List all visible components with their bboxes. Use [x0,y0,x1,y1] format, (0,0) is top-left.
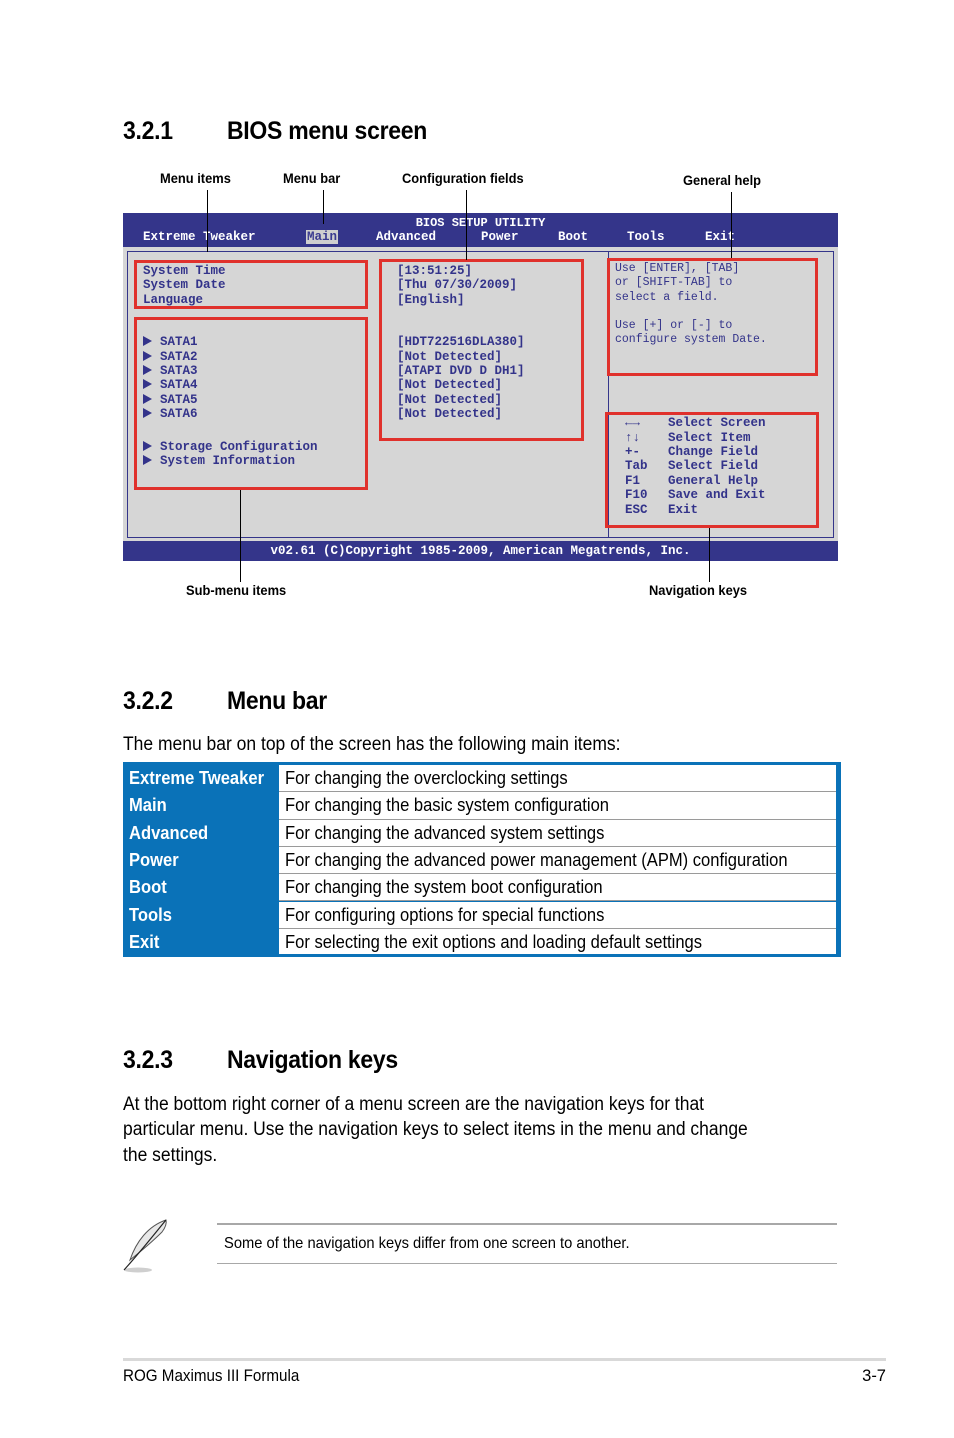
bios-menu-main[interactable]: Main [306,230,339,244]
table-item: Extreme Tweaker [129,768,265,788]
table-row: Extreme Tweaker For changing the overcloc… [126,765,838,793]
footer-product-name: ROG Maximus III Formula [123,1367,300,1385]
bios-menu-advanced[interactable]: Advanced [376,230,436,244]
table-description: For changing the advanced power manageme… [285,849,788,870]
table-description-cell: For changing the overclocking settings [279,765,836,793]
menu-bar-table: Extreme Tweaker For changing the overcloc… [123,762,841,957]
section-number: 3.2.1 [123,117,173,145]
leader-line-configuration-fields [466,190,467,260]
bios-menu-boot[interactable]: Boot [558,230,588,244]
table-row: Tools For configuring options for special… [126,901,838,929]
section-heading-menu-bar: 3.2.2 Menu bar [123,687,327,716]
bios-menu-power[interactable]: Power [481,230,519,244]
leader-line-general-help [731,192,732,258]
bios-screenshot: BIOS SETUP UTILITY Extreme Tweaker Main … [123,213,838,561]
table-description-cell: For changing the advanced system setting… [279,819,836,847]
callout-menu-items: Menu items [160,170,231,186]
navigation-paragraph-line: At the bottom right corner of a menu scr… [123,1094,705,1115]
table-item: Main [129,795,167,816]
table-row: Power For changing the advanced power man… [126,846,838,875]
note-top-rule [217,1223,837,1225]
callout-menu-bar: Menu bar [283,170,341,186]
table-description-cell: For changing the basic system configurat… [279,792,836,820]
section-number: 3.2.2 [123,687,173,715]
callout-sub-menu-items: Sub-menu items [186,582,287,598]
navigation-paragraph-line: the settings. [123,1145,218,1166]
table-description-cell: For selecting the exit options and loadi… [279,928,836,954]
highlight-general-help [607,258,818,376]
leader-line-navigation-keys [709,528,710,582]
note-text: Some of the navigation keys differ from … [224,1235,630,1252]
navigation-paragraph-line: particular menu. Use the navigation keys… [123,1119,748,1140]
bios-menu-tools[interactable]: Tools [627,230,665,244]
footer-page-number: 3-7 [862,1367,886,1385]
leader-line-menu-bar [323,190,324,224]
section-heading-bios-menu-screen: 3.2.1 BIOS menu screen [123,117,427,146]
callout-general-help: General help [683,172,762,188]
section-title: Navigation keys [226,1046,398,1074]
highlight-sub-menu-items [134,317,368,490]
section-title: BIOS menu screen [226,117,428,145]
bios-copyright-footer: v02.61 (C)Copyright 1985-2009, American … [123,541,838,561]
table-row: Boot For changing the system boot configu… [126,874,838,902]
table-row: Advanced For changing the advanced system… [126,819,838,847]
table-description-cell: For changing the system boot configurati… [279,874,836,902]
table-item: Power [129,849,179,870]
table-description-cell: For changing the advanced power manageme… [279,846,836,875]
table-description: For changing the overclocking settings [285,768,568,788]
table-item: Tools [129,904,172,925]
leader-line-sub-menu-items [240,490,241,582]
table-description: For selecting the exit options and loadi… [285,931,703,952]
footer-rule [123,1358,886,1361]
table-description: For configuring options for special func… [285,904,605,925]
callout-configuration-fields: Configuration fields [402,170,524,186]
table-description: For changing the basic system configurat… [285,795,610,816]
highlight-configuration-fields [379,259,584,441]
note-bottom-rule [217,1263,837,1264]
section-heading-navigation-keys: 3.2.3 Navigation keys [123,1046,398,1075]
table-row: Exit For selecting the exit options and l… [126,928,838,954]
section-number: 3.2.3 [123,1046,173,1074]
table-description: For changing the advanced system setting… [285,822,605,843]
section-title: Menu bar [226,687,327,715]
table-description: For changing the system boot configurati… [285,877,603,898]
highlight-navigation-keys [605,412,819,528]
leader-line-menu-items [207,190,208,252]
bios-menu-extreme-tweaker[interactable]: Extreme Tweaker [143,230,256,244]
table-item: Boot [129,877,167,898]
feather-pen-icon [123,1219,167,1273]
callout-navigation-keys: Navigation keys [649,582,748,598]
table-item: Advanced [129,822,209,843]
highlight-menu-items [134,260,368,309]
table-row: Main For changing the basic system config… [126,792,838,820]
menu-bar-intro: The menu bar on top of the screen has th… [123,734,621,755]
table-item: Exit [129,931,160,952]
table-description-cell: For configuring options for special func… [279,901,836,929]
